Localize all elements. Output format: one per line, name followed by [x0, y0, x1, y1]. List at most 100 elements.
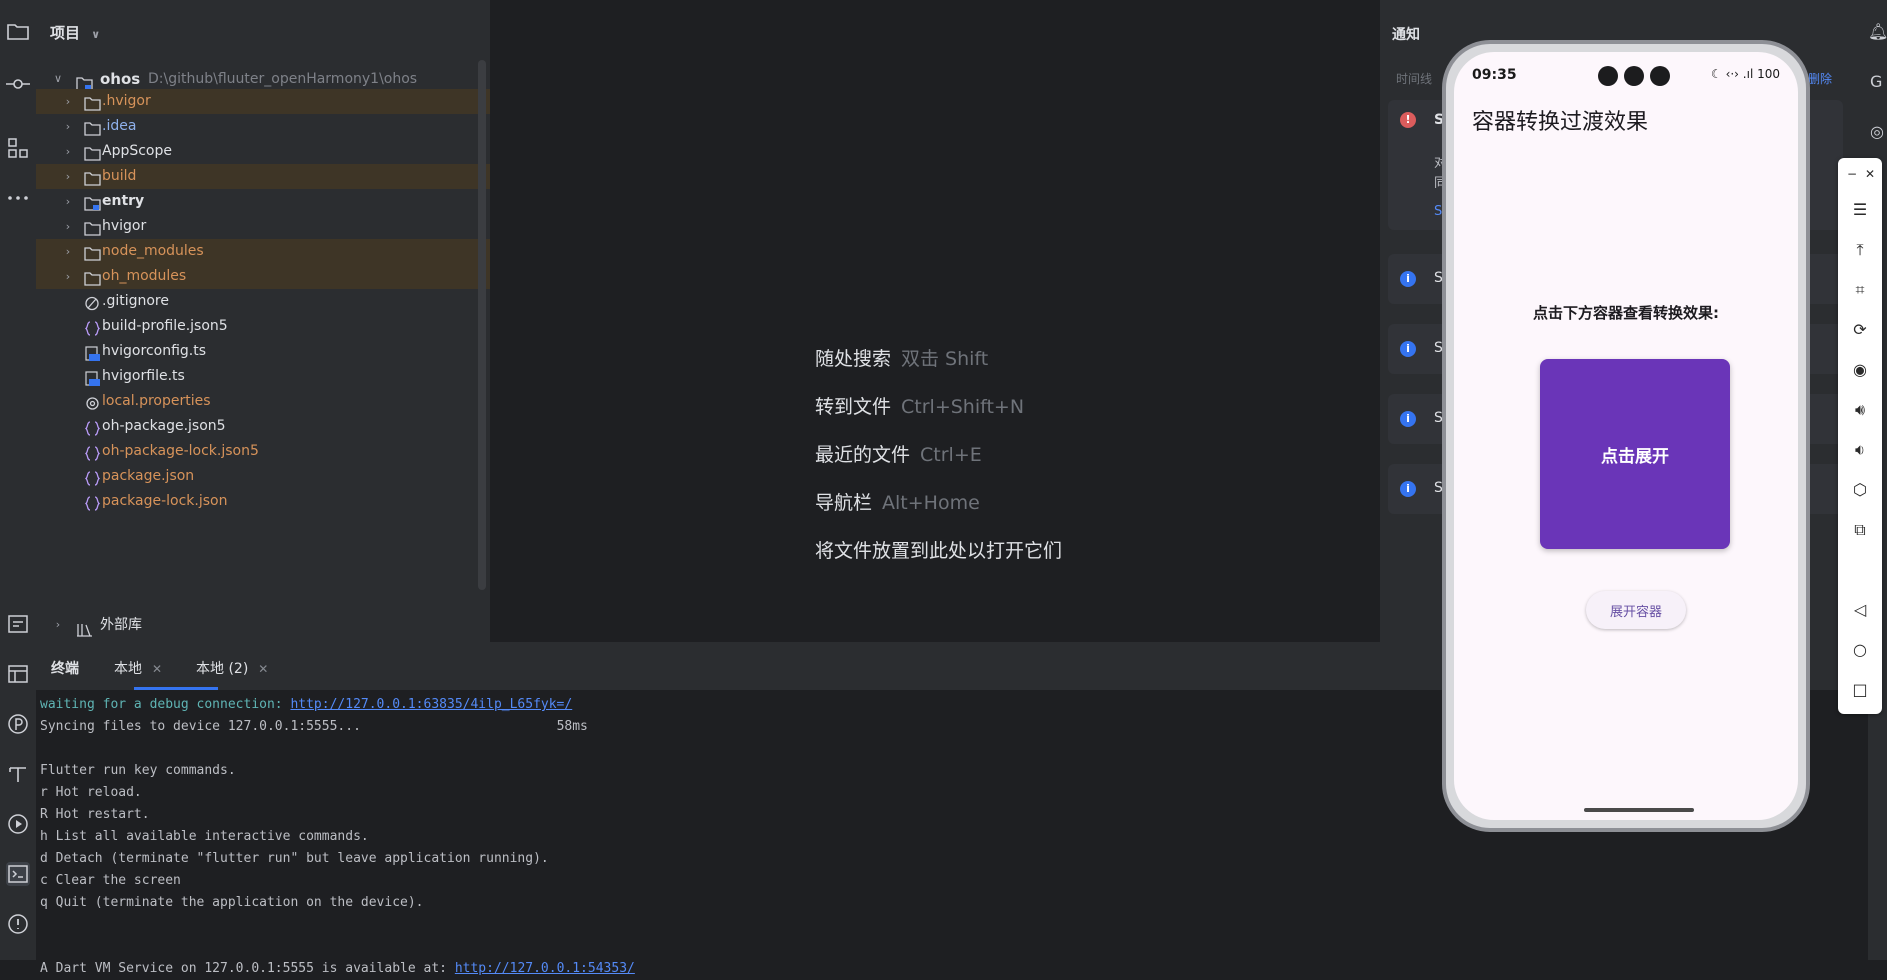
tree-item[interactable]: hvigorfile.ts: [36, 364, 490, 389]
more-icon[interactable]: [6, 186, 30, 210]
terminal-line: R Hot restart.: [40, 807, 150, 822]
info-icon: i: [1400, 341, 1416, 357]
commit-icon[interactable]: [6, 72, 30, 96]
tree-item-label: hvigorfile.ts: [102, 368, 185, 384]
project-view-selector[interactable]: 项目 ∨: [50, 22, 100, 43]
json-file-icon: [84, 444, 101, 461]
hint-navigation-bar[interactable]: 导航栏 Alt+Home: [815, 488, 980, 515]
tree-item[interactable]: oh-package-lock.json5: [36, 439, 490, 464]
home-icon[interactable]: ○: [1850, 640, 1870, 660]
tree-item[interactable]: › entry: [36, 189, 490, 214]
tree-item-label: hvigorconfig.ts: [102, 343, 207, 359]
info-icon: i: [1400, 411, 1416, 427]
multi-screen-icon[interactable]: ⧉: [1850, 520, 1870, 540]
tree-item[interactable]: package.json: [36, 464, 490, 489]
crop-icon[interactable]: ⌗: [1850, 280, 1870, 300]
gradle-icon[interactable]: G: [1870, 72, 1882, 91]
tree-item[interactable]: › node_modules: [36, 239, 490, 264]
back-icon[interactable]: ◁: [1850, 600, 1870, 620]
close-icon[interactable]: ✕: [258, 662, 268, 676]
terminal-line: h List all available interactive command…: [40, 829, 369, 844]
close-icon[interactable]: ✕: [152, 662, 162, 676]
structure-icon[interactable]: [6, 136, 30, 160]
chevron-right-icon[interactable]: ›: [60, 114, 76, 139]
device-manager-icon[interactable]: ◎: [1870, 122, 1884, 141]
chevron-right-icon[interactable]: ›: [50, 610, 66, 640]
pin-top-icon[interactable]: ⤒: [1850, 240, 1870, 260]
hint-key: Ctrl+E: [920, 444, 982, 466]
chevron-down-icon: ∨: [91, 28, 101, 41]
json-file-icon: [84, 419, 101, 436]
tree-item[interactable]: › .idea: [36, 114, 490, 139]
expandable-container[interactable]: 点击展开: [1540, 359, 1730, 549]
settings-file-icon: [84, 394, 101, 410]
chevron-right-icon[interactable]: ›: [60, 189, 76, 214]
terminal-output[interactable]: waiting for a debug connection: http://1…: [40, 694, 635, 980]
hint-recent-files[interactable]: 最近的文件 Ctrl+E: [815, 440, 982, 467]
profiler-icon[interactable]: [6, 712, 30, 736]
hint-label: 导航栏: [815, 492, 873, 514]
terminal-icon[interactable]: [6, 862, 30, 886]
tree-item-label: oh-package.json5: [102, 418, 226, 434]
hint-goto-file[interactable]: 转到文件 Ctrl+Shift+N: [815, 392, 1024, 419]
volume-up-icon[interactable]: 🔊︎: [1850, 400, 1870, 420]
debug-connection-link[interactable]: http://127.0.0.1:63835/4ilp_L65fyk=/: [290, 697, 572, 712]
recents-icon[interactable]: □: [1850, 680, 1870, 700]
notifications-bell-icon[interactable]: 🔔︎: [1868, 22, 1887, 41]
terminal-line: c Clear the screen: [40, 873, 181, 888]
screenshot-icon[interactable]: ⬡: [1850, 480, 1870, 500]
chevron-right-icon[interactable]: ›: [60, 164, 76, 189]
typescript-file-icon: [84, 344, 101, 361]
folder-icon: [84, 219, 101, 236]
build-icon[interactable]: [6, 762, 30, 786]
clear-all-link[interactable]: 删除: [1808, 70, 1832, 87]
tree-item[interactable]: › AppScope: [36, 139, 490, 164]
sync-time: 58ms: [556, 719, 588, 734]
rotate-icon[interactable]: ⟳: [1850, 320, 1870, 340]
tree-item-label: hvigor: [102, 218, 147, 234]
todo-icon[interactable]: [6, 612, 30, 636]
info-icon: i: [1400, 271, 1416, 287]
layout-icon[interactable]: [6, 662, 30, 686]
chevron-right-icon[interactable]: ›: [60, 139, 76, 164]
tree-item[interactable]: oh-package.json5: [36, 414, 490, 439]
tree-item[interactable]: build-profile.json5: [36, 314, 490, 339]
close-icon[interactable]: ✕: [1860, 164, 1880, 184]
tree-scrollbar[interactable]: [478, 60, 486, 590]
home-indicator[interactable]: [1584, 808, 1694, 812]
folder-icon[interactable]: [6, 20, 30, 44]
error-icon: !: [1400, 112, 1416, 128]
external-libraries-label: 外部库: [100, 617, 142, 633]
chevron-right-icon[interactable]: ›: [60, 214, 76, 239]
tree-item-label: local.properties: [102, 393, 211, 409]
terminal-line: Flutter run key commands.: [40, 763, 236, 778]
menu-icon[interactable]: ☰: [1850, 200, 1870, 220]
chevron-right-icon[interactable]: ›: [60, 264, 76, 289]
tree-item[interactable]: hvigorconfig.ts: [36, 339, 490, 364]
phone-screen: 09:35 ☾ ‹·› .ıl 100 容器转换过渡效果 点击下方容器查看转换效…: [1454, 52, 1798, 820]
project-panel: 项目 ∨ ∨ ohos D:\github\fluuter_openHarmon…: [36, 0, 490, 642]
external-libraries[interactable]: › 外部库: [36, 610, 490, 640]
hint-search-everywhere[interactable]: 随处搜索 双击 Shift: [815, 344, 988, 371]
problems-icon[interactable]: [6, 912, 30, 936]
vm-service-link[interactable]: http://127.0.0.1:54353/: [455, 961, 635, 976]
volume-down-icon[interactable]: 🔉︎: [1850, 440, 1870, 460]
chevron-right-icon[interactable]: ›: [60, 239, 76, 264]
chevron-right-icon[interactable]: ›: [60, 89, 76, 114]
tab-local-2[interactable]: 本地 (2) ✕: [196, 658, 268, 678]
folder-icon: [84, 94, 101, 111]
tree-item[interactable]: › oh_modules: [36, 264, 490, 289]
tree-item-label: .gitignore: [102, 293, 169, 309]
tree-item-label: entry: [102, 193, 145, 209]
expand-container-button[interactable]: 展开容器: [1586, 591, 1686, 629]
tab-local[interactable]: 本地 ✕: [114, 658, 162, 678]
tree-item[interactable]: package-lock.json: [36, 489, 490, 514]
tree-item[interactable]: .gitignore: [36, 289, 490, 314]
tree-item[interactable]: local.properties: [36, 389, 490, 414]
minimize-icon[interactable]: −: [1842, 164, 1862, 184]
tree-item[interactable]: › .hvigor: [36, 89, 490, 114]
tree-item[interactable]: › build: [36, 164, 490, 189]
tree-item[interactable]: › hvigor: [36, 214, 490, 239]
run-icon[interactable]: [6, 812, 30, 836]
location-icon[interactable]: ◉: [1850, 360, 1870, 380]
